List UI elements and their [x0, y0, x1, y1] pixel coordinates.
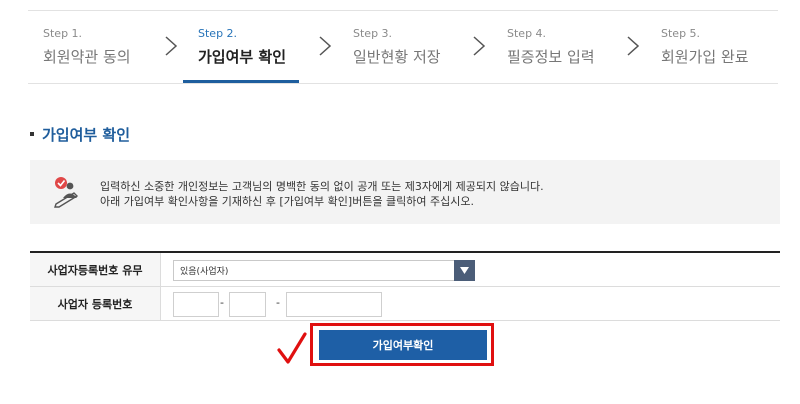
registration-exist-select[interactable]: 있음(사업자) — [173, 260, 475, 281]
reg-number-part3-input[interactable] — [286, 292, 382, 317]
step-label: 필증정보 입력 — [507, 48, 595, 66]
step-number: Step 2. — [198, 27, 238, 40]
step-number: Step 5. — [661, 27, 701, 40]
chevron-right-icon — [162, 35, 180, 57]
separator: - — [276, 296, 280, 309]
notice-box: 입력하신 소중한 개인정보는 고객님의 명백한 동의 없이 공개 또는 제3자에… — [30, 160, 780, 224]
chevron-right-icon — [470, 35, 488, 57]
step-number: Step 4. — [507, 27, 547, 40]
field-label: 사업자등록번호 유무 — [30, 253, 161, 286]
section-title-text: 가입여부 확인 — [42, 126, 131, 144]
separator: - — [220, 296, 224, 309]
chevron-down-icon[interactable] — [454, 260, 475, 281]
reg-number-part1-input[interactable] — [173, 292, 219, 317]
step-label: 일반현황 저장 — [353, 48, 441, 66]
step-2: Step 2. 가입여부 확인 — [183, 11, 299, 83]
check-membership-button[interactable]: 가입여부확인 — [319, 330, 487, 360]
chevron-right-icon — [624, 35, 642, 57]
step-label: 가입여부 확인 — [198, 48, 287, 66]
chevron-right-icon — [316, 35, 334, 57]
section-title: 가입여부 확인 — [30, 124, 130, 145]
privacy-notice-icon — [52, 176, 82, 208]
check-form: 사업자등록번호 유무 있음(사업자) 사업자 등록번호 - - — [30, 251, 780, 321]
step-label: 회원약관 동의 — [43, 48, 131, 66]
bullet-icon — [30, 132, 34, 136]
checkmark-icon — [276, 331, 308, 367]
form-row-registration-number: 사업자 등록번호 - - — [30, 287, 780, 321]
step-progress: Step 1. 회원약관 동의 Step 2. 가입여부 확인 Step 3. … — [28, 10, 778, 84]
field-label: 사업자 등록번호 — [30, 287, 161, 320]
step-number: Step 3. — [353, 27, 393, 40]
reg-number-part2-input[interactable] — [229, 292, 266, 317]
form-row-registration-exist: 사업자등록번호 유무 있음(사업자) — [30, 253, 780, 287]
notice-line-2: 아래 가입여부 확인사항을 기재하신 후 [가입여부 확인]버튼을 클릭하여 주… — [100, 195, 475, 208]
step-label: 회원가입 완료 — [661, 48, 749, 66]
notice-line-1: 입력하신 소중한 개인정보는 고객님의 명백한 동의 없이 공개 또는 제3자에… — [100, 180, 544, 193]
step-number: Step 1. — [43, 27, 83, 40]
select-value: 있음(사업자) — [180, 267, 229, 277]
